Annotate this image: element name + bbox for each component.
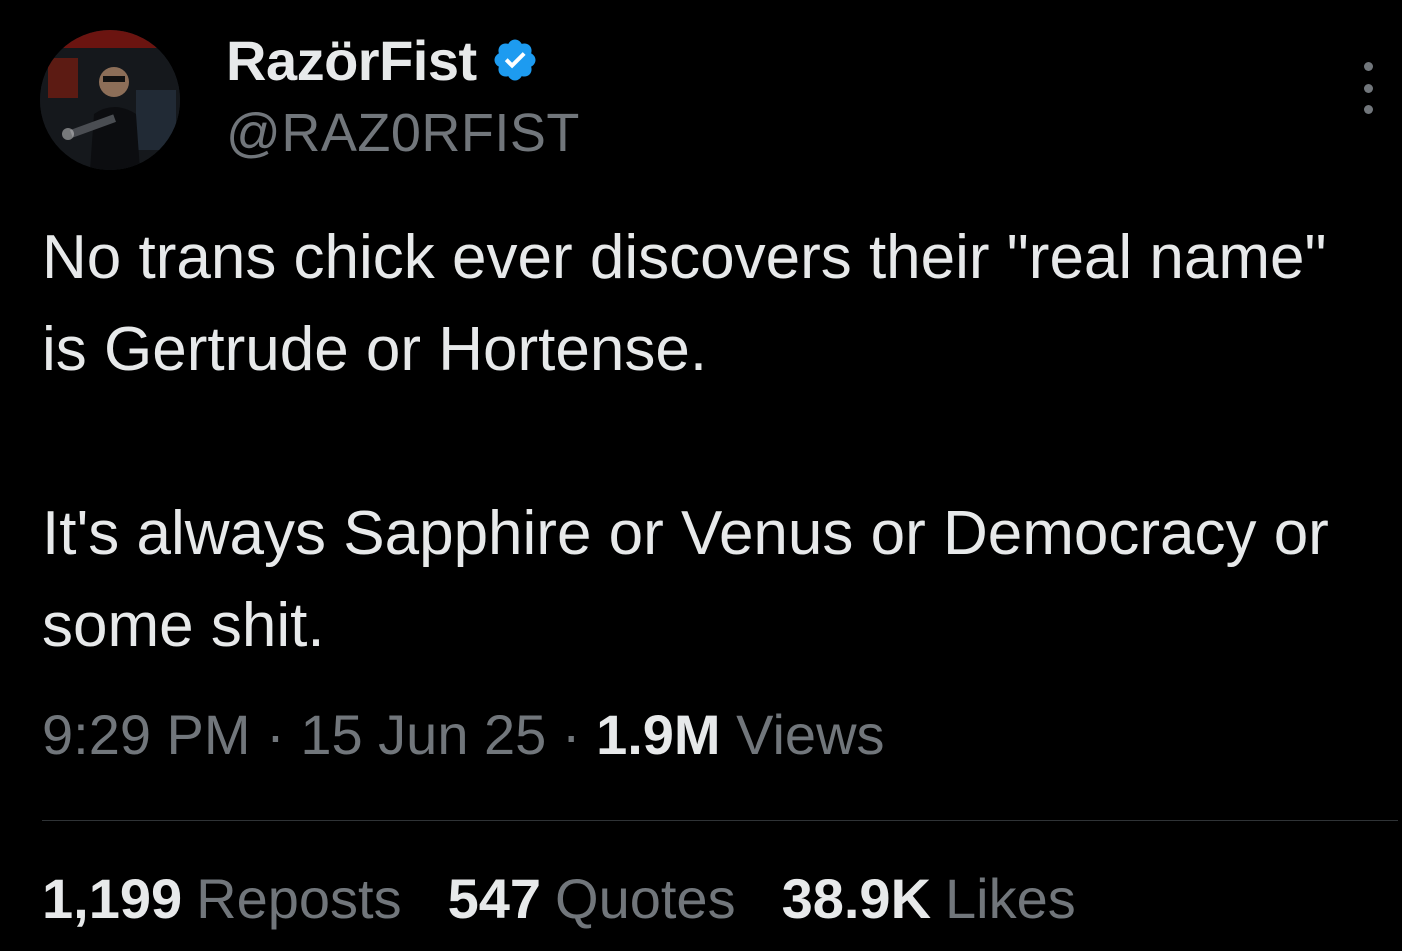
author-name-row: RazörFist	[226, 28, 539, 93]
likes-label: Likes	[945, 867, 1076, 930]
tweet-paragraph: It's always Sapphire or Venus or Democra…	[42, 499, 1329, 660]
author-handle[interactable]: @RAZ0RFIST	[226, 102, 580, 164]
likes-count: 38.9K	[781, 867, 932, 930]
reposts-stat[interactable]: 1,199 Reposts	[42, 866, 402, 931]
meta-separator: ·	[546, 703, 597, 766]
tweet-paragraph: No trans chick ever discovers their "rea…	[42, 223, 1327, 384]
verified-badge-icon[interactable]	[491, 36, 539, 84]
tweet-meta: 9:29 PM · 15 Jun 25 · 1.9M Views	[42, 702, 885, 767]
more-options-icon[interactable]	[1350, 62, 1386, 114]
tweet-date[interactable]: 15 Jun 25	[300, 703, 546, 766]
quotes-label: Quotes	[555, 867, 736, 930]
avatar[interactable]	[40, 30, 180, 170]
engagement-stats: 1,199 Reposts 547 Quotes 38.9K Likes	[42, 866, 1076, 931]
author-display-name[interactable]: RazörFist	[226, 28, 477, 93]
meta-separator: ·	[250, 703, 301, 766]
quotes-stat[interactable]: 547 Quotes	[448, 866, 736, 931]
tweet-time[interactable]: 9:29 PM	[42, 703, 251, 766]
likes-stat[interactable]: 38.9K Likes	[782, 866, 1076, 931]
avatar-image	[40, 30, 180, 170]
quotes-count: 547	[447, 867, 542, 930]
reposts-label: Reposts	[196, 867, 402, 930]
views-label: Views	[736, 703, 885, 766]
tweet-body: No trans chick ever discovers their "rea…	[42, 212, 1372, 672]
reposts-count: 1,199	[42, 867, 183, 930]
more-dot	[1363, 62, 1373, 71]
views-count: 1.9M	[596, 703, 721, 766]
divider	[42, 820, 1398, 821]
more-dot	[1363, 83, 1373, 93]
more-dot	[1363, 105, 1373, 114]
